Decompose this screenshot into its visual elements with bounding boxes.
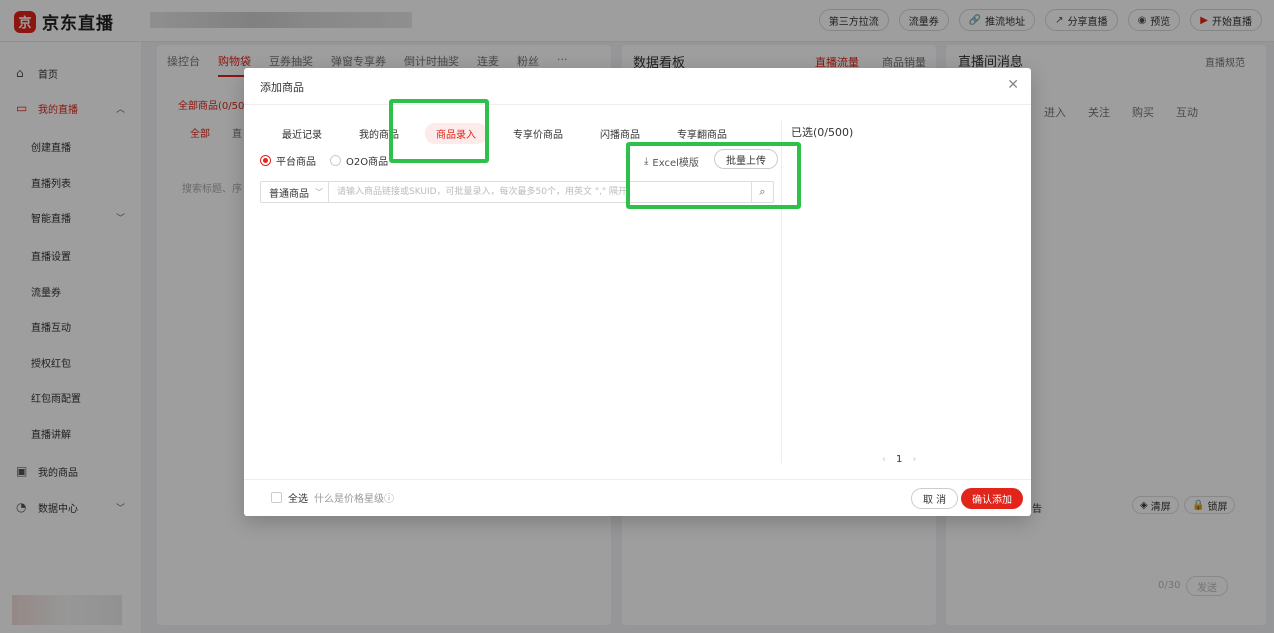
radio-o2o-goods[interactable]: O2O商品 (330, 153, 388, 168)
highlight-goods-entry-tab (389, 99, 489, 163)
dialog-header: 添加商品 ✕ (244, 68, 1031, 105)
goods-type-radios: 平台商品 O2O商品 (260, 153, 388, 168)
tab-flash-goods[interactable]: 闪播商品 (589, 123, 651, 144)
goods-source-tabs: 最近记录 我的商品 商品录入 专享价商品 闪播商品 专享翻商品 (271, 123, 753, 144)
chevron-down-icon: ﹀ (315, 187, 323, 197)
radio-platform-goods[interactable]: 平台商品 (260, 153, 316, 168)
highlight-batch-upload (626, 142, 801, 209)
next-page-icon[interactable]: › (912, 454, 916, 465)
confirm-add-button[interactable]: 确认添加 (961, 488, 1023, 509)
selected-count: 已选(0/500) (791, 126, 854, 139)
radio-dot (260, 155, 271, 166)
dialog-footer: 全选 什么是价格星级ⓘ 取 消 确认添加 (244, 479, 1031, 516)
tab-exclusive-flip-goods[interactable]: 专享翻商品 (666, 123, 738, 144)
question-icon: ⓘ (384, 494, 394, 505)
checkbox-box (271, 492, 282, 503)
prev-page-icon[interactable]: ‹ (882, 454, 886, 465)
dialog-title: 添加商品 (260, 81, 304, 94)
page-number[interactable]: 1 (896, 454, 902, 465)
add-goods-dialog: 添加商品 ✕ 最近记录 我的商品 商品录入 专享价商品 闪播商品 专享翻商品 平… (244, 68, 1031, 516)
tab-exclusive-price-goods[interactable]: 专享价商品 (502, 123, 574, 144)
pagination: ‹ 1 › (882, 454, 916, 465)
radio-dot (330, 155, 341, 166)
close-icon[interactable]: ✕ (1007, 77, 1019, 93)
tab-recent-records[interactable]: 最近记录 (271, 123, 333, 144)
cancel-button[interactable]: 取 消 (911, 488, 959, 509)
select-all-checkbox[interactable]: 全选 什么是价格星级ⓘ (271, 490, 394, 505)
goods-type-select[interactable]: 普通商品 ﹀ (261, 182, 329, 202)
price-star-help[interactable]: 什么是价格星级ⓘ (314, 490, 394, 505)
